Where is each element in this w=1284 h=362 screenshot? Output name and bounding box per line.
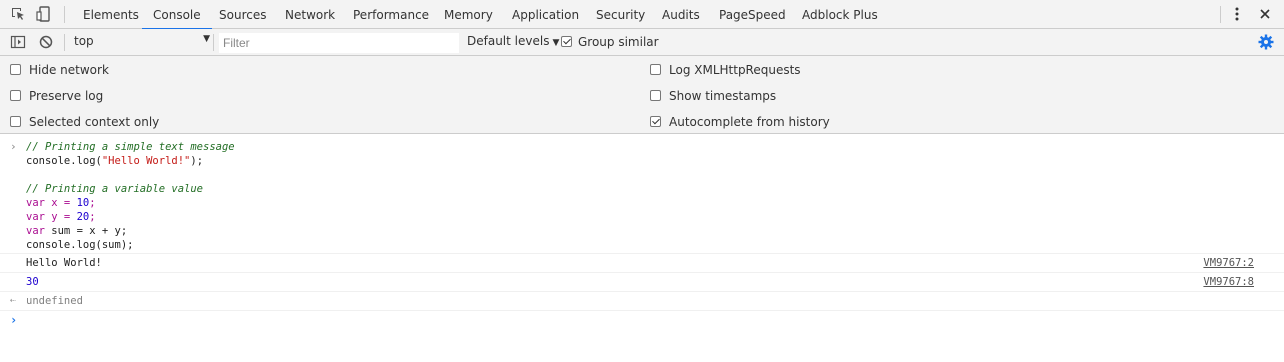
result-value: undefined: [26, 295, 83, 307]
code-keyword: var: [26, 197, 45, 209]
console-toolbar: top ▼ Default levels▼ Group similar: [0, 29, 1284, 56]
code-token: ;: [89, 197, 96, 209]
group-similar-checkbox[interactable]: [561, 36, 572, 47]
selected-context-option[interactable]: Selected context only: [10, 115, 159, 129]
code-line: var x = 10;: [26, 196, 96, 210]
show-sidebar-icon[interactable]: [10, 34, 26, 50]
tab-application[interactable]: Application: [501, 0, 590, 29]
selected-context-label: Selected context only: [29, 115, 160, 129]
autocomplete-label: Autocomplete from history: [669, 115, 830, 129]
log-xhr-option[interactable]: Log XMLHttpRequests: [650, 63, 801, 77]
autocomplete-option[interactable]: Autocomplete from history: [650, 115, 830, 129]
show-timestamps-checkbox[interactable]: [650, 90, 661, 101]
console-result-entry: ⇠ undefined: [0, 292, 1284, 311]
log-xhr-checkbox[interactable]: [650, 64, 661, 75]
code-token: ;: [89, 211, 96, 223]
group-similar-label: Group similar: [578, 35, 659, 49]
tab-performance[interactable]: Performance: [342, 0, 440, 29]
code-number: 10: [76, 197, 90, 209]
console-log-entry: Hello World! VM9767:2: [0, 254, 1284, 273]
tab-adblock-plus[interactable]: Adblock Plus: [791, 0, 889, 29]
tab-audits[interactable]: Audits: [651, 0, 711, 29]
console-prompt[interactable]: ›: [0, 311, 1284, 361]
default-levels-dropdown[interactable]: Default levels ▼: [467, 34, 559, 48]
devtools-tabbar: Elements Console Sources Network Perform…: [0, 0, 1284, 30]
console-messages[interactable]: › // Printing a simple text message cons…: [0, 135, 1284, 362]
code-line: // Printing a variable value: [26, 183, 204, 195]
close-icon[interactable]: [1257, 6, 1273, 22]
tab-network[interactable]: Network: [274, 0, 346, 29]
tab-security[interactable]: Security: [585, 0, 656, 29]
code-line: console.log(sum);: [26, 239, 134, 251]
filter-input[interactable]: [219, 33, 459, 53]
clear-console-icon[interactable]: [38, 34, 54, 50]
gear-icon[interactable]: [1258, 34, 1274, 50]
code-line: // Printing a simple text message: [26, 141, 235, 153]
code-token: x =: [44, 197, 77, 209]
context-label: top: [74, 34, 94, 48]
code-line: var sum = x + y;: [26, 224, 127, 238]
code-line: var y = 20;: [26, 210, 96, 224]
source-link[interactable]: VM9767:8: [1203, 276, 1254, 288]
result-arrow-icon: ⇠: [10, 295, 17, 306]
log-xhr-label: Log XMLHttpRequests: [669, 63, 801, 77]
code-keyword: var: [26, 211, 45, 223]
code-string: "Hello World!": [101, 155, 191, 167]
tab-pagespeed[interactable]: PageSpeed: [708, 0, 797, 29]
hide-network-label: Hide network: [29, 63, 109, 77]
show-timestamps-option[interactable]: Show timestamps: [650, 89, 776, 103]
preserve-log-option[interactable]: Preserve log: [10, 89, 103, 103]
toolbar-divider: [1220, 6, 1221, 23]
autocomplete-checkbox[interactable]: [650, 116, 661, 127]
code-number: 20: [76, 211, 90, 223]
code-token: sum = x + y;: [44, 225, 128, 237]
hide-network-option[interactable]: Hide network: [10, 63, 109, 77]
console-log-entry: 30 VM9767:8: [0, 273, 1284, 292]
inspect-element-icon[interactable]: [10, 6, 26, 22]
selected-context-checkbox[interactable]: [10, 116, 21, 127]
show-timestamps-label: Show timestamps: [669, 89, 777, 103]
tab-elements[interactable]: Elements: [72, 0, 150, 29]
tab-console[interactable]: Console: [142, 0, 212, 30]
group-similar-option[interactable]: Group similar: [561, 35, 659, 49]
levels-label: Default levels: [467, 34, 550, 48]
console-input-entry: › // Printing a simple text message cons…: [0, 135, 1284, 254]
context-selector[interactable]: top ▼: [74, 34, 210, 51]
preserve-log-checkbox[interactable]: [10, 90, 21, 101]
dropdown-arrow-icon: ▼: [552, 38, 560, 48]
toolbar-divider: [213, 34, 214, 51]
code-line: console.log("Hello World!");: [26, 154, 203, 168]
toolbar-divider: [64, 6, 65, 23]
more-options-icon[interactable]: [1229, 6, 1245, 22]
code-token: y =: [44, 211, 77, 223]
hide-network-checkbox[interactable]: [10, 64, 21, 75]
device-toolbar-icon[interactable]: [36, 6, 52, 22]
log-message: 30: [26, 276, 39, 288]
log-message: Hello World!: [26, 257, 102, 269]
code-token: console.log(: [26, 155, 102, 167]
code-token: );: [190, 155, 204, 167]
input-chevron-icon: ›: [10, 140, 17, 153]
code-keyword: var: [26, 225, 45, 237]
tab-memory[interactable]: Memory: [433, 0, 504, 29]
toolbar-divider: [64, 34, 65, 51]
source-link[interactable]: VM9767:2: [1203, 257, 1254, 269]
console-settings-panel: Hide network Preserve log Selected conte…: [0, 56, 1284, 134]
dropdown-arrow-icon: ▼: [203, 34, 210, 44]
tab-sources[interactable]: Sources: [208, 0, 277, 29]
prompt-chevron-icon: ›: [10, 313, 18, 327]
preserve-log-label: Preserve log: [29, 89, 104, 103]
